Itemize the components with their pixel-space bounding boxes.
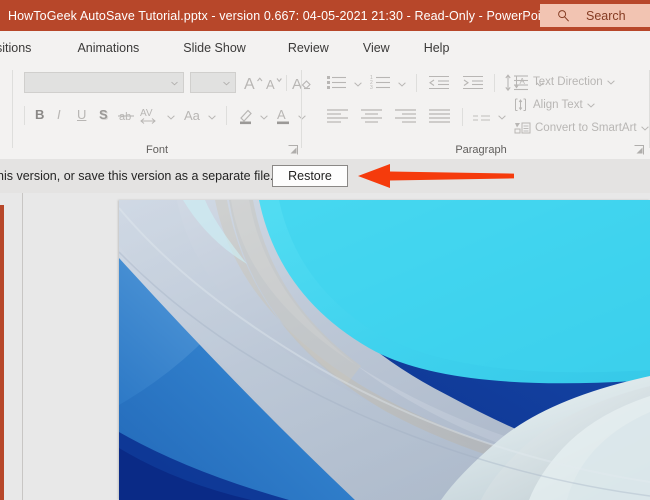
font-group-label: Font bbox=[12, 144, 302, 156]
convert-to-smartart-label: Convert to SmartArt bbox=[535, 122, 637, 134]
chevron-down-icon[interactable] bbox=[260, 115, 268, 120]
paragraph-divider-3 bbox=[462, 108, 463, 126]
clear-formatting-button[interactable]: A bbox=[292, 74, 314, 94]
slide-wallpaper-image bbox=[119, 200, 650, 500]
text-direction-label: Text Direction bbox=[533, 76, 603, 88]
paragraph-divider-2 bbox=[494, 74, 495, 92]
align-text-button[interactable]: Align Text bbox=[514, 98, 595, 112]
chevron-down-icon[interactable] bbox=[223, 81, 230, 86]
svg-text:A: A bbox=[266, 77, 275, 91]
increase-indent-button[interactable] bbox=[462, 75, 484, 92]
tab-view[interactable]: View bbox=[353, 36, 400, 60]
change-case-button[interactable]: Aa bbox=[184, 109, 200, 122]
window-title: HowToGeek AutoSave Tutorial.pptx - versi… bbox=[8, 9, 551, 23]
svg-text:A: A bbox=[244, 76, 255, 91]
ribbon-tab-strip: sitions Animations Slide Show Review Vie… bbox=[0, 31, 650, 64]
message-bar-text: his version, or save this version as a s… bbox=[0, 169, 274, 183]
ribbon-group-font: A A A B I U S ab bbox=[12, 64, 302, 159]
svg-text:A: A bbox=[277, 107, 286, 122]
title-bar: HowToGeek AutoSave Tutorial.pptx - versi… bbox=[0, 0, 650, 31]
font-row-divider bbox=[24, 106, 25, 125]
align-center-button[interactable] bbox=[360, 108, 384, 126]
tab-help[interactable]: Help bbox=[414, 36, 460, 60]
underline-button[interactable]: U bbox=[77, 108, 86, 121]
left-accent-bar bbox=[0, 205, 4, 500]
chevron-down-icon[interactable] bbox=[398, 82, 406, 87]
version-message-bar: his version, or save this version as a s… bbox=[0, 159, 650, 194]
strikethrough-button[interactable]: ab bbox=[118, 109, 138, 125]
font-divider-2 bbox=[226, 106, 227, 125]
chevron-down-icon[interactable] bbox=[298, 115, 306, 120]
tab-animations[interactable]: Animations bbox=[67, 36, 149, 60]
chevron-down-icon[interactable] bbox=[641, 126, 649, 131]
group-divider-right bbox=[301, 70, 302, 148]
svg-text:AV: AV bbox=[140, 108, 153, 119]
svg-text:3: 3 bbox=[370, 85, 373, 90]
bold-button[interactable]: B bbox=[35, 108, 44, 121]
decrease-font-size-button[interactable]: A bbox=[266, 74, 286, 93]
tab-review[interactable]: Review bbox=[278, 36, 339, 60]
chevron-down-icon[interactable] bbox=[607, 80, 615, 85]
tab-slide-show[interactable]: Slide Show bbox=[173, 36, 256, 60]
slide-canvas[interactable] bbox=[119, 200, 650, 500]
chevron-down-icon[interactable] bbox=[354, 82, 362, 87]
font-size-input[interactable] bbox=[190, 72, 236, 93]
chevron-down-icon[interactable] bbox=[171, 81, 178, 86]
paragraph-group-label: Paragraph bbox=[312, 144, 650, 156]
justify-button[interactable] bbox=[428, 108, 452, 126]
chevron-down-icon[interactable] bbox=[587, 103, 595, 108]
ribbon: A A A B I U S ab bbox=[0, 64, 650, 160]
slide-editor-area bbox=[0, 193, 650, 500]
svg-text:ab: ab bbox=[119, 111, 131, 123]
tab-transitions[interactable]: sitions bbox=[0, 36, 41, 60]
search-icon bbox=[557, 9, 570, 22]
align-left-button[interactable] bbox=[326, 108, 350, 126]
align-text-label: Align Text bbox=[533, 99, 583, 111]
font-name-input[interactable] bbox=[24, 72, 184, 93]
columns-button[interactable] bbox=[472, 112, 492, 126]
align-text-icon bbox=[514, 98, 529, 112]
chevron-down-icon[interactable] bbox=[208, 115, 216, 120]
text-direction-button[interactable]: A Text Direction bbox=[514, 75, 615, 89]
italic-button[interactable]: I bbox=[57, 108, 61, 121]
chevron-down-icon[interactable] bbox=[167, 115, 175, 120]
bullets-button[interactable] bbox=[326, 74, 348, 92]
paragraph-dialog-launcher-icon[interactable] bbox=[634, 145, 644, 155]
decrease-indent-button[interactable] bbox=[428, 75, 450, 92]
numbering-button[interactable]: 1 2 3 bbox=[370, 74, 392, 92]
font-color-button[interactable]: A bbox=[276, 106, 294, 128]
convert-to-smartart-icon bbox=[514, 121, 531, 135]
text-shadow-button[interactable]: S bbox=[99, 108, 108, 121]
font-dialog-launcher-icon[interactable] bbox=[288, 145, 298, 155]
font-divider bbox=[286, 75, 287, 91]
text-highlight-color-button[interactable] bbox=[236, 106, 256, 128]
search-input[interactable]: Search bbox=[540, 4, 650, 27]
increase-font-size-button[interactable]: A bbox=[244, 74, 264, 93]
paragraph-divider-1 bbox=[416, 74, 417, 92]
character-spacing-button[interactable]: AV bbox=[140, 107, 166, 127]
convert-to-smartart-button[interactable]: Convert to SmartArt bbox=[514, 121, 649, 135]
restore-button[interactable]: Restore bbox=[272, 165, 348, 187]
thumbnail-pane-divider bbox=[22, 193, 23, 500]
search-placeholder: Search bbox=[586, 9, 626, 23]
text-direction-icon: A bbox=[514, 75, 529, 89]
svg-text:A: A bbox=[520, 77, 526, 86]
align-right-button[interactable] bbox=[394, 108, 418, 126]
chevron-down-icon[interactable] bbox=[498, 115, 506, 120]
group-divider-left bbox=[12, 70, 13, 148]
ribbon-group-paragraph: 1 2 3 bbox=[312, 64, 650, 159]
